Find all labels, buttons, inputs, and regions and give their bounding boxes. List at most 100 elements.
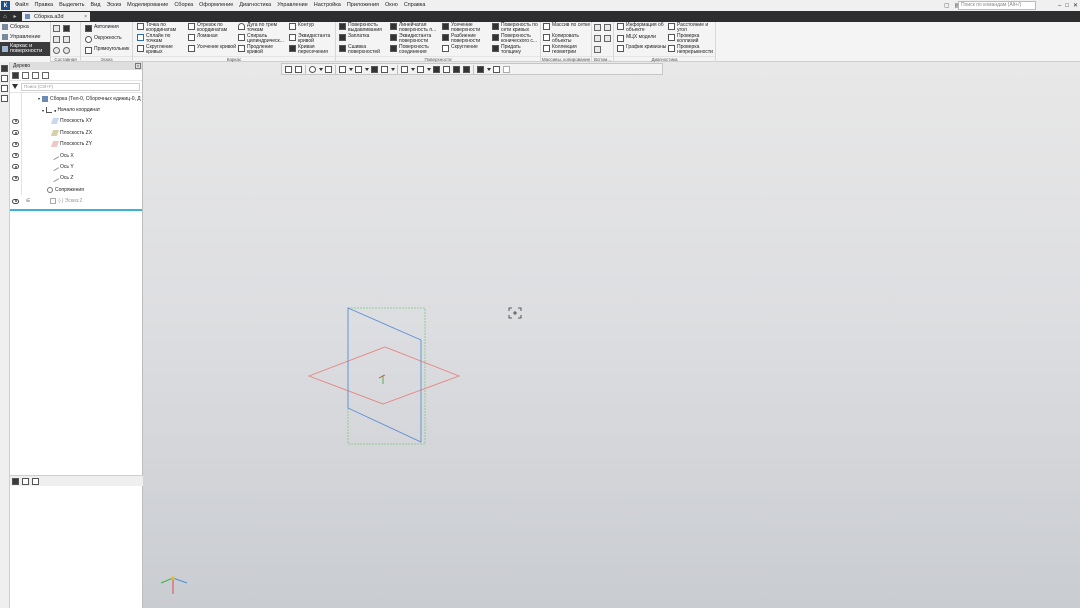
geometry-collection-button[interactable]: Коллекция геометрии bbox=[543, 45, 591, 55]
menu-diagnostics[interactable]: Диагностика bbox=[236, 0, 274, 11]
fillet-surface-button[interactable]: Скругление bbox=[442, 45, 490, 52]
curvature-graph-button[interactable]: График кривизны bbox=[617, 45, 667, 52]
variables-tab-icon[interactable] bbox=[32, 477, 39, 485]
visibility-eye-icon[interactable] bbox=[12, 175, 19, 181]
network-surface-button[interactable]: Поверхность по сети кривых bbox=[492, 23, 540, 33]
tree-row-sketch[interactable]: ∈ (-) Эскиз:2 bbox=[10, 196, 142, 207]
tree-structure-icon[interactable] bbox=[22, 71, 29, 79]
joint-surface-button[interactable]: Поверхность соединения bbox=[390, 45, 440, 55]
patch-button[interactable]: Заплатка bbox=[339, 34, 388, 41]
aux-icon-3[interactable] bbox=[594, 35, 601, 42]
3d-viewport[interactable] bbox=[143, 62, 1080, 608]
tree-row-origin[interactable]: ▾ ● Начало координат bbox=[10, 104, 142, 115]
composite-icon-4[interactable] bbox=[63, 36, 70, 43]
tree-search-input[interactable]: Поиск (Ctrl+F) bbox=[21, 82, 140, 91]
menu-edit[interactable]: Правка bbox=[32, 0, 57, 11]
point-by-coords-button[interactable]: Точка по координатам bbox=[137, 23, 185, 33]
redo-icon[interactable] bbox=[63, 47, 70, 54]
composite-icon-1[interactable] bbox=[53, 25, 60, 32]
fillet-curves-button[interactable]: Скругление кривых bbox=[137, 45, 185, 55]
grid-pattern-button[interactable]: Массив по сетке bbox=[543, 23, 591, 30]
maximize-button[interactable]: □ bbox=[1065, 3, 1069, 9]
panel-close-icon[interactable]: × bbox=[135, 63, 141, 69]
visibility-eye-icon[interactable] bbox=[12, 130, 19, 136]
copy-objects-button[interactable]: Копировать объекты bbox=[543, 34, 591, 44]
continuity-check-button[interactable]: Проверка непрерывности bbox=[668, 45, 716, 55]
visibility-eye-icon[interactable] bbox=[12, 152, 19, 158]
tree-row-plane-xy[interactable]: Плоскость XY bbox=[10, 116, 142, 127]
spline-button[interactable]: Сплайн по точкам bbox=[137, 34, 185, 44]
menu-settings[interactable]: Настройка bbox=[311, 0, 344, 11]
menu-applications[interactable]: Приложения bbox=[344, 0, 382, 11]
expand-arrow-icon[interactable]: ▾ bbox=[38, 96, 40, 101]
menu-select[interactable]: Выделить bbox=[56, 0, 87, 11]
intersection-curve-button[interactable]: Кривая пересечения bbox=[289, 45, 335, 55]
tab-list-icon[interactable]: ▸ bbox=[10, 11, 20, 22]
menu-window[interactable]: Окно bbox=[382, 0, 401, 11]
ribbon-tab-management[interactable]: Управление bbox=[0, 32, 50, 42]
ribbon-tab-wireframe-surfaces[interactable]: Каркас и поверхности bbox=[0, 42, 50, 56]
ruled-surface-button[interactable]: Линейчатая поверхность п... bbox=[390, 23, 440, 33]
thicken-button[interactable]: Придать толщину bbox=[492, 45, 540, 55]
menu-modeling[interactable]: Моделирование bbox=[124, 0, 171, 11]
collision-check-button[interactable]: Проверка коллизий bbox=[668, 34, 716, 44]
visibility-eye-icon[interactable] bbox=[12, 198, 19, 204]
segment-by-coords-button[interactable]: Отрезок по координатам bbox=[188, 23, 236, 33]
contour-button[interactable]: Контур bbox=[289, 23, 335, 30]
composite-icon-3[interactable] bbox=[53, 36, 60, 43]
distance-angle-button[interactable]: Расстояние и угол bbox=[668, 23, 716, 33]
doc-tab-close-icon[interactable]: × bbox=[84, 14, 87, 20]
menu-assembly[interactable]: Сборка bbox=[171, 0, 196, 11]
aux-icon-5[interactable] bbox=[594, 46, 601, 53]
close-window-button[interactable]: ✕ bbox=[1073, 2, 1078, 9]
aux-icon-4[interactable] bbox=[604, 35, 611, 42]
helix-button[interactable]: Спираль цилиндрическ... bbox=[238, 34, 286, 44]
extend-curve-button[interactable]: Продление кривой bbox=[238, 45, 286, 55]
object-info-button[interactable]: Информация об объекте bbox=[617, 23, 667, 33]
menu-help[interactable]: Справка bbox=[401, 0, 429, 11]
tree-row-root[interactable]: ▾ Сборка (Тел-0, Сборочных единиц-0, Д bbox=[10, 93, 142, 104]
doc-tab-assembly[interactable]: Сборка.a3d × bbox=[22, 12, 90, 21]
extrusion-surface-button[interactable]: Поверхность выдавливания bbox=[339, 23, 388, 33]
home-icon[interactable]: ⌂ bbox=[0, 11, 10, 22]
layers-panel-icon[interactable] bbox=[1, 95, 8, 102]
autoline-button[interactable]: Автолиния bbox=[85, 25, 119, 32]
minimize-button[interactable]: – bbox=[1058, 3, 1061, 9]
offset-surface-button[interactable]: Эквидистанта поверхности bbox=[390, 34, 440, 44]
mass-properties-button[interactable]: МЦХ модели bbox=[617, 35, 667, 42]
tree-row-plane-zx[interactable]: Плоскость ZX bbox=[10, 127, 142, 138]
command-search-input[interactable]: Поиск по командам (Alt+/) bbox=[958, 1, 1036, 10]
menu-file[interactable]: Файл bbox=[12, 0, 32, 11]
arc-3pt-button[interactable]: Дуга по трем точкам bbox=[238, 23, 286, 33]
stitch-surfaces-button[interactable]: Сшивка поверхностей bbox=[339, 45, 388, 55]
menu-sketch[interactable]: Эскиз bbox=[103, 0, 124, 11]
split-surface-button[interactable]: Разбиение поверхности bbox=[442, 34, 490, 44]
aux-icon-1[interactable] bbox=[594, 24, 601, 31]
offset-curve-button[interactable]: Эквидистанта кривой bbox=[289, 34, 335, 44]
aux-icon-2[interactable] bbox=[604, 24, 611, 31]
tree-row-plane-zy[interactable]: Плоскость ZY bbox=[10, 139, 142, 150]
menu-design[interactable]: Оформление bbox=[196, 0, 236, 11]
tree-row-axis-x[interactable]: Ось X bbox=[10, 150, 142, 161]
new-doc-icon[interactable]: ▢ bbox=[944, 2, 950, 9]
tree-tab-icon[interactable] bbox=[12, 477, 19, 485]
tree-row-axis-z[interactable]: Ось Z bbox=[10, 173, 142, 184]
circle-button[interactable]: Окружность bbox=[85, 36, 122, 43]
menu-view[interactable]: Вид bbox=[88, 0, 104, 11]
tree-row-axis-y[interactable]: Ось Y bbox=[10, 161, 142, 172]
composite-icon-2[interactable] bbox=[63, 25, 70, 32]
tree-sort-icon[interactable] bbox=[32, 71, 39, 79]
conic-surface-button[interactable]: Поверхность конического с... bbox=[492, 34, 540, 44]
tree-settings-icon[interactable] bbox=[42, 71, 49, 79]
ribbon-tab-assembly[interactable]: Сборка bbox=[0, 22, 50, 32]
visibility-eye-icon[interactable] bbox=[12, 141, 19, 147]
visibility-eye-icon[interactable] bbox=[12, 118, 19, 124]
rectangle-button[interactable]: Прямоугольник bbox=[85, 47, 129, 54]
tree-panel-icon[interactable] bbox=[1, 65, 8, 72]
variables-panel-icon[interactable] bbox=[1, 85, 8, 92]
properties-tab-icon[interactable] bbox=[22, 477, 29, 485]
tree-row-constraints[interactable]: Сопряжения bbox=[10, 184, 142, 195]
trim-curve-button[interactable]: Усечение кривой bbox=[188, 45, 236, 52]
trim-surface-button[interactable]: Усечение поверхности bbox=[442, 23, 490, 33]
plane-zx-shape[interactable] bbox=[347, 307, 426, 445]
